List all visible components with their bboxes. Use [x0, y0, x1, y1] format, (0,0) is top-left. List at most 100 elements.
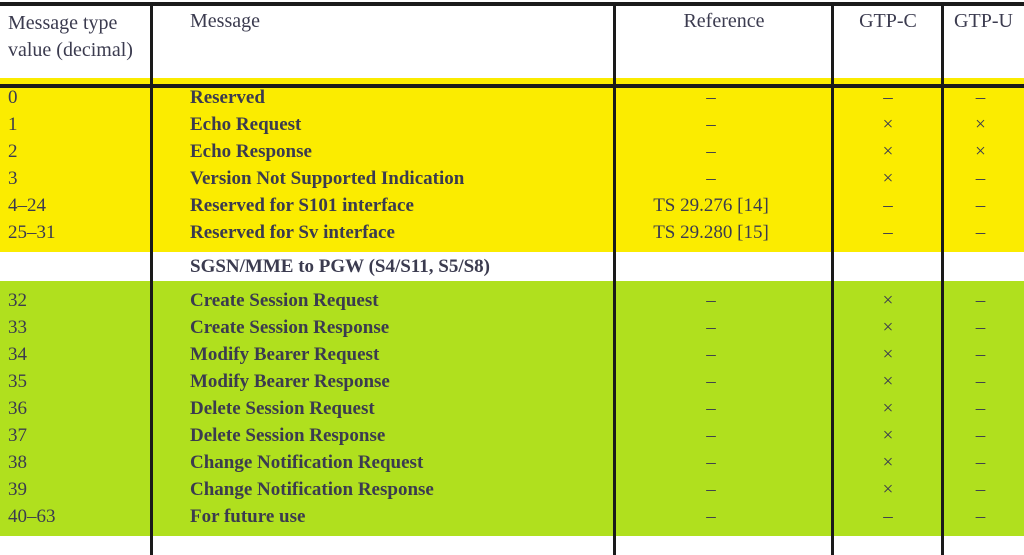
cell-reference: –: [615, 287, 833, 314]
table-row: 0 Reserved – – –: [0, 84, 1024, 111]
cell-message-type-value: 1: [0, 111, 152, 138]
cell-gtpc: ×: [833, 422, 943, 449]
cell-gtpc: ×: [833, 341, 943, 368]
cell-reference: –: [615, 165, 833, 192]
cell-message-type-value: 39: [0, 476, 152, 503]
column-header-line1: Message type: [8, 12, 118, 34]
cell-gtpu: –: [943, 476, 1024, 503]
spacer-cell: [615, 530, 833, 536]
cell-gtpc: –: [833, 219, 943, 246]
cell-gtpu: –: [943, 287, 1024, 314]
cell-gtpc: –: [833, 84, 943, 111]
header-row: Message type value (decimal) Message Ref…: [0, 0, 1024, 78]
table-row: 1 Echo Request – × ×: [0, 111, 1024, 138]
cell-gtpu: –: [943, 341, 1024, 368]
cell-reference: –: [615, 341, 833, 368]
cell-gtpc: ×: [833, 314, 943, 341]
cell-message: Change Notification Response: [152, 476, 615, 503]
cell-message: Change Notification Request: [152, 449, 615, 476]
table-row: 37 Delete Session Response – × –: [0, 422, 1024, 449]
table-row: 39 Change Notification Response – × –: [0, 476, 1024, 503]
cell-gtpu: –: [943, 192, 1024, 219]
cell-gtpu: –: [943, 395, 1024, 422]
column-header-gtpu-label: GTP-U: [954, 10, 1013, 32]
cell-message-type-value: 2: [0, 138, 152, 165]
cell-message-type-value: 32: [0, 287, 152, 314]
cell-message: Delete Session Request: [152, 395, 615, 422]
cell-message-type-value: 3: [0, 165, 152, 192]
cell-gtpu: –: [943, 314, 1024, 341]
cell-message: Reserved: [152, 84, 615, 111]
header-bottom-rule: [0, 84, 1024, 88]
cell-gtpu: –: [943, 422, 1024, 449]
table-row: 4–24 Reserved for S101 interface TS 29.276…: [0, 192, 1024, 219]
cell-gtpu: –: [943, 449, 1024, 476]
cell-message-type-value: 33: [0, 314, 152, 341]
cell-gtpu: ×: [943, 138, 1024, 165]
cell-gtpu: –: [943, 219, 1024, 246]
section-heading-gtpc-cell: [833, 252, 943, 281]
section-heading-value-cell: [0, 252, 152, 281]
cell-message: Reserved for Sv interface: [152, 219, 615, 246]
table-row: 34 Modify Bearer Request – × –: [0, 341, 1024, 368]
cell-message-type-value: 36: [0, 395, 152, 422]
table-row: 25–31 Reserved for Sv interface TS 29.280 …: [0, 219, 1024, 246]
cell-message: Echo Response: [152, 138, 615, 165]
column-header-message-label: Message: [190, 10, 260, 32]
cell-message-type-value: 40–63: [0, 503, 152, 530]
cell-reference: –: [615, 476, 833, 503]
column-header-reference-label: Reference: [683, 10, 765, 32]
column-header-line2: value (decimal): [8, 39, 133, 61]
cell-gtpc: ×: [833, 165, 943, 192]
cell-gtpu: –: [943, 368, 1024, 395]
section-heading-row: SGSN/MME to PGW (S4/S11, S5/S8): [0, 252, 1024, 281]
table-header: Message type value (decimal) Message Ref…: [0, 0, 1024, 78]
spacer-cell: [833, 530, 943, 536]
spacer-cell: [0, 530, 152, 536]
cell-message: Modify Bearer Request: [152, 341, 615, 368]
table-row: 40–63 For future use – – –: [0, 503, 1024, 530]
column-header-gtpc: GTP-C: [833, 0, 943, 78]
cell-reference: –: [615, 503, 833, 530]
cell-reference: –: [615, 138, 833, 165]
table-row: 38 Change Notification Request – × –: [0, 449, 1024, 476]
cell-gtpc: ×: [833, 449, 943, 476]
cell-reference: TS 29.280 [15]: [615, 219, 833, 246]
table-row: 33 Create Session Response – × –: [0, 314, 1024, 341]
cell-message-type-value: 35: [0, 368, 152, 395]
column-header-gtpc-label: GTP-C: [859, 10, 917, 32]
table-top-rule: [0, 2, 1024, 6]
cell-reference: –: [615, 368, 833, 395]
cell-gtpu: –: [943, 165, 1024, 192]
cell-gtpc: ×: [833, 138, 943, 165]
cell-reference: –: [615, 84, 833, 111]
cell-gtpu: ×: [943, 111, 1024, 138]
cell-message: Version Not Supported Indication: [152, 165, 615, 192]
cell-message-type-value: 38: [0, 449, 152, 476]
cell-message: Echo Request: [152, 111, 615, 138]
cell-message-type-value: 25–31: [0, 219, 152, 246]
cell-reference: –: [615, 111, 833, 138]
cell-gtpc: ×: [833, 368, 943, 395]
cell-gtpc: ×: [833, 395, 943, 422]
section-heading-reference-cell: [615, 252, 833, 281]
column-header-gtpu: GTP-U: [943, 0, 1024, 78]
cell-gtpc: ×: [833, 111, 943, 138]
cell-message-type-value: 4–24: [0, 192, 152, 219]
cell-message-type-value: 0: [0, 84, 152, 111]
section-heading-gtpu-cell: [943, 252, 1024, 281]
column-header-message-type-value: Message type value (decimal): [0, 0, 152, 78]
cell-gtpc: –: [833, 192, 943, 219]
cell-gtpc: ×: [833, 476, 943, 503]
cell-message: For future use: [152, 503, 615, 530]
cell-gtpu: –: [943, 503, 1024, 530]
table-row: 3 Version Not Supported Indication – × –: [0, 165, 1024, 192]
column-header-message: Message: [152, 0, 615, 78]
cell-reference: –: [615, 422, 833, 449]
cell-reference: TS 29.276 [14]: [615, 192, 833, 219]
table-row: 2 Echo Response – × ×: [0, 138, 1024, 165]
spacer-cell: [943, 530, 1024, 536]
section-bottom-spacer: [0, 530, 1024, 536]
spacer-cell: [152, 530, 615, 536]
gtp-message-type-table: Message type value (decimal) Message Ref…: [0, 0, 1024, 555]
